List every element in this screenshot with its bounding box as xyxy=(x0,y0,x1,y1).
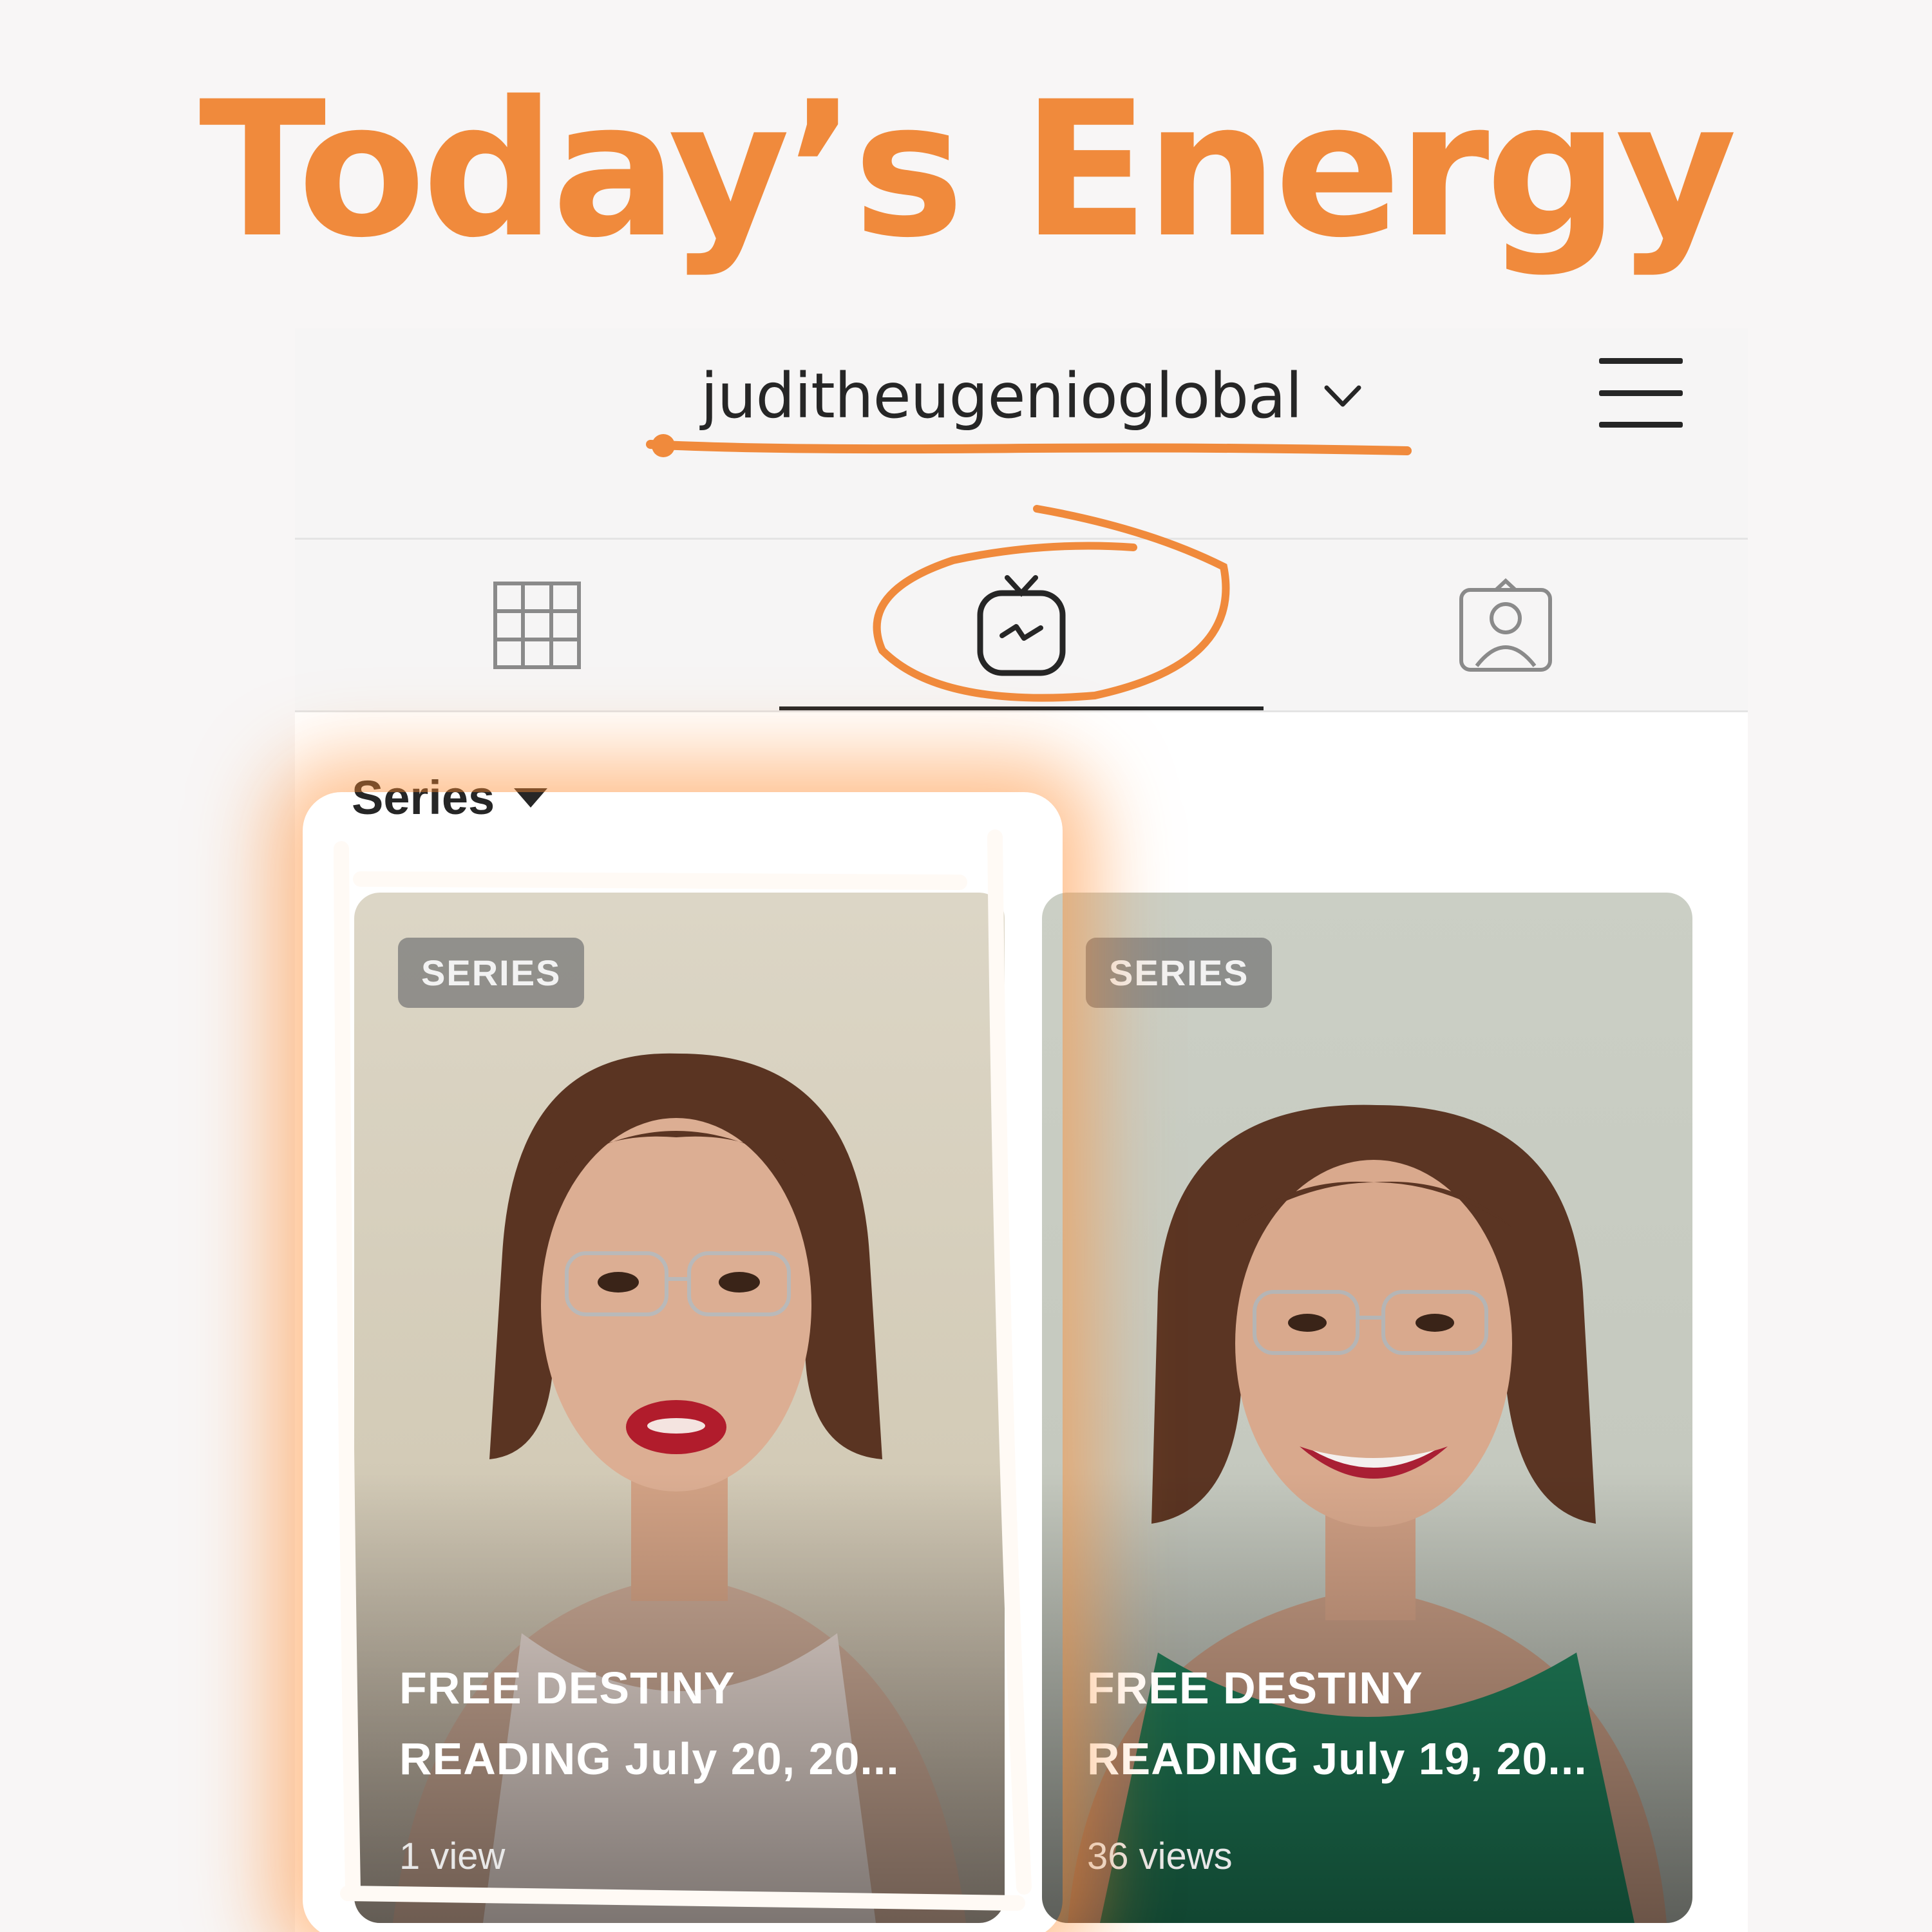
menu-icon-line xyxy=(1599,422,1683,428)
video-title-line: FREE DESTINY xyxy=(1087,1663,1423,1713)
series-filter-dropdown[interactable]: Series xyxy=(352,770,548,825)
video-title: FREE DESTINY READING July 19, 20... xyxy=(1087,1653,1667,1794)
tab-grid[interactable] xyxy=(295,540,779,710)
video-title-line: FREE DESTINY xyxy=(399,1663,735,1713)
menu-icon-line xyxy=(1599,358,1683,364)
caret-down-icon xyxy=(514,788,548,808)
series-badge: SERIES xyxy=(1086,938,1273,1008)
igtv-icon xyxy=(977,574,1066,676)
tab-igtv[interactable] xyxy=(779,540,1264,710)
view-count: 1 view xyxy=(399,1835,506,1877)
view-count: 36 views xyxy=(1087,1835,1233,1877)
profile-tabs xyxy=(295,540,1748,710)
instagram-profile: juditheugenioglobal Series SERIES FREE D… xyxy=(295,328,1748,1932)
username: juditheugenioglobal xyxy=(701,360,1303,432)
series-badge: SERIES xyxy=(398,938,585,1008)
video-title-line: READING July 19, 20... xyxy=(1087,1734,1587,1784)
igtv-content: Series SERIES FREE DESTINY READING July … xyxy=(295,712,1748,1932)
account-switcher[interactable]: juditheugenioglobal xyxy=(701,354,1364,438)
tab-tagged[interactable] xyxy=(1264,540,1748,710)
video-card[interactable]: SERIES FREE DESTINY READING July 19, 20.… xyxy=(1042,893,1692,1923)
chevron-down-icon xyxy=(1324,385,1361,407)
menu-icon-line xyxy=(1599,390,1683,396)
video-title: FREE DESTINY READING July 20, 20... xyxy=(399,1653,979,1794)
headline: Today’s Energy xyxy=(198,62,1738,279)
video-title-line: READING July 20, 20... xyxy=(399,1734,900,1784)
grid-icon xyxy=(493,581,581,669)
series-filter-label: Series xyxy=(352,771,495,824)
profile-header: juditheugenioglobal xyxy=(295,328,1748,538)
video-card[interactable]: SERIES FREE DESTINY READING July 20, 20.… xyxy=(354,893,1005,1923)
tagged-icon xyxy=(1459,578,1552,672)
menu-button[interactable] xyxy=(1599,354,1683,431)
